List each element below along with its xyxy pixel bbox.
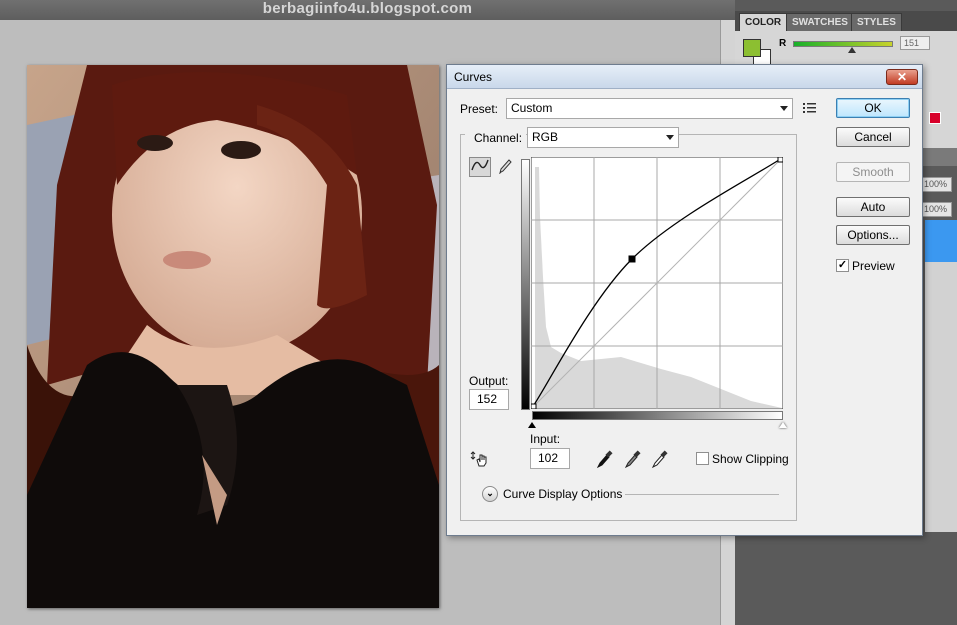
close-button[interactable]: ✕ xyxy=(886,69,918,85)
targeted-adjustment-hand-icon xyxy=(470,451,487,467)
tab-swatches[interactable]: SWATCHES xyxy=(786,13,854,31)
curve-graph[interactable] xyxy=(531,157,783,409)
tab-color[interactable]: COLOR xyxy=(739,13,788,31)
dialog-title: Curves xyxy=(454,70,493,84)
white-eyedropper-icon xyxy=(651,450,668,469)
gray-point-eyedropper[interactable] xyxy=(624,449,642,469)
foreground-color-swatch[interactable] xyxy=(743,39,761,57)
preset-menu-glyph xyxy=(803,103,816,113)
preview-label: Preview xyxy=(852,259,895,273)
curve-control-point[interactable] xyxy=(628,255,636,263)
cancel-button[interactable]: Cancel xyxy=(836,127,910,147)
opacity-field[interactable]: 100% xyxy=(922,177,952,192)
curve-display-options-label: Curve Display Options xyxy=(503,487,623,501)
options-button[interactable]: Options... xyxy=(836,225,910,245)
black-input-slider[interactable] xyxy=(528,422,536,428)
black-point-eyedropper[interactable] xyxy=(596,449,614,469)
pencil-tool[interactable] xyxy=(494,157,516,177)
red-slider-thumb[interactable] xyxy=(848,47,856,53)
preset-dropdown[interactable]: Custom xyxy=(506,98,793,119)
close-icon: ✕ xyxy=(896,70,908,84)
show-clipping-label: Show Clipping xyxy=(712,452,789,466)
preset-label: Preset: xyxy=(460,102,499,116)
channel-value: RGB xyxy=(532,130,559,144)
curve-point-tool[interactable] xyxy=(469,157,491,177)
photo-image xyxy=(27,65,439,608)
input-gradient-bar xyxy=(532,411,783,420)
curve-display-options-toggle[interactable]: ⌄ xyxy=(482,486,498,502)
chevron-down-icon xyxy=(666,135,674,140)
curve-control-point[interactable] xyxy=(777,157,783,163)
window-title-bar: berbagiinfo4u.blogspot.com xyxy=(0,0,735,20)
panel-tab-bar: COLOR SWATCHES STYLES xyxy=(735,11,957,31)
output-field[interactable]: 152 xyxy=(469,389,509,410)
dialog-title-bar[interactable]: Curves ✕ xyxy=(447,65,922,89)
white-point-eyedropper[interactable] xyxy=(651,449,669,469)
input-field[interactable]: 102 xyxy=(530,448,570,469)
channel-label: Channel: xyxy=(465,131,527,145)
red-channel-slider[interactable] xyxy=(793,41,893,47)
watermark-text: berbagiinfo4u.blogspot.com xyxy=(262,0,473,17)
document-photo xyxy=(27,65,439,608)
targeted-adjustment-tool[interactable] xyxy=(469,449,491,469)
output-label: Output: xyxy=(469,374,509,388)
curve-control-point[interactable] xyxy=(531,403,537,409)
smooth-button[interactable]: Smooth xyxy=(836,162,910,182)
auto-button[interactable]: Auto xyxy=(836,197,910,217)
section-divider xyxy=(625,494,779,495)
gray-eyedropper-icon xyxy=(624,450,641,469)
preview-checkbox[interactable]: ✓ xyxy=(836,259,849,272)
fill-field[interactable]: 100% xyxy=(922,202,952,217)
white-input-slider[interactable] xyxy=(779,422,787,428)
layers-list xyxy=(925,262,957,532)
pencil-tool-icon xyxy=(499,159,512,175)
red-channel-label: R xyxy=(779,38,787,49)
black-eyedropper-icon xyxy=(596,450,613,469)
tab-styles[interactable]: STYLES xyxy=(851,13,902,31)
curve-point-tool-icon xyxy=(471,159,489,171)
channel-dropdown[interactable]: RGB xyxy=(527,127,679,148)
input-label: Input: xyxy=(530,432,561,446)
selected-layer-row[interactable] xyxy=(925,220,957,262)
ok-button[interactable]: OK xyxy=(836,98,910,118)
chevron-down-icon xyxy=(780,106,788,111)
output-gradient-bar xyxy=(521,159,530,410)
preset-value: Custom xyxy=(511,101,553,115)
show-clipping-checkbox[interactable] xyxy=(696,452,709,465)
red-channel-value[interactable]: 151 xyxy=(900,36,930,50)
curves-dialog: Curves ✕ Preset: Custom Channel: RGB Out… xyxy=(446,64,923,536)
red-color-chip[interactable] xyxy=(929,112,941,124)
chevron-double-down-icon: ⌄ xyxy=(486,488,494,498)
preset-menu-icon[interactable] xyxy=(803,102,819,114)
